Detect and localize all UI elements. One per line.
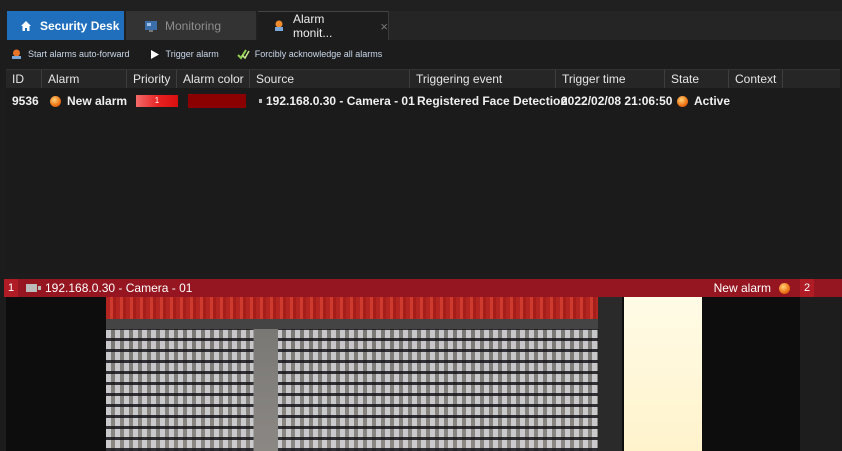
monitoring-icon bbox=[144, 19, 158, 33]
video-alarm-indicator[interactable]: New alarm bbox=[714, 279, 796, 297]
priority-badge: 1 bbox=[136, 95, 178, 107]
alarm-table: ID Alarm Priority Alarm color Source Tri… bbox=[6, 69, 840, 274]
tile-number-badge-2: 2 bbox=[800, 279, 814, 297]
column-header-state[interactable]: State bbox=[665, 70, 729, 88]
acknowledge-all-button[interactable]: Forcibly acknowledge all alarms bbox=[237, 48, 383, 61]
alarm-icon bbox=[50, 95, 61, 107]
stage-curtain bbox=[106, 297, 598, 319]
column-header-alarm-color[interactable]: Alarm color bbox=[177, 70, 250, 88]
column-header-triggering-event[interactable]: Triggering event bbox=[410, 70, 556, 88]
tab-label: Monitoring bbox=[165, 18, 222, 33]
trigger-alarm-button[interactable]: Trigger alarm bbox=[148, 48, 219, 61]
video-tile-2-area[interactable] bbox=[800, 297, 842, 451]
cell-source: 192.168.0.30 - Camera - 01 bbox=[252, 90, 415, 112]
column-header-alarm[interactable]: Alarm bbox=[42, 70, 127, 88]
column-header-source[interactable]: Source bbox=[250, 70, 410, 88]
tab-alarm-monitoring[interactable]: Alarm monit... × bbox=[258, 11, 388, 40]
close-icon[interactable]: × bbox=[380, 19, 388, 34]
wall bbox=[106, 319, 598, 329]
start-auto-forward-button[interactable]: Start alarms auto-forward bbox=[10, 48, 130, 61]
cell-state-text: Active bbox=[694, 94, 731, 108]
bright-window bbox=[624, 297, 702, 451]
alarm-color-swatch bbox=[188, 94, 246, 108]
checkmark-icon bbox=[237, 48, 250, 61]
tab-label: Alarm monit... bbox=[293, 12, 333, 40]
tab-monitoring[interactable]: Monitoring bbox=[126, 11, 256, 40]
video-tile-title: 192.168.0.30 - Camera - 01 bbox=[26, 281, 192, 295]
alarm-toolbar: Start alarms auto-forward Trigger alarm … bbox=[0, 40, 842, 68]
cell-triggering-event: Registered Face Detection bbox=[417, 94, 568, 108]
cell-alarm-name: New alarm bbox=[67, 94, 128, 108]
video-alarm-label: New alarm bbox=[713, 281, 771, 295]
tab-bar-empty-area bbox=[388, 11, 842, 40]
dark-doorway bbox=[598, 297, 622, 451]
cell-trigger-time: 2022/02/08 21:06:50 bbox=[561, 94, 673, 108]
alarm-icon bbox=[779, 282, 790, 294]
acknowledge-all-label: Forcibly acknowledge all alarms bbox=[254, 49, 383, 59]
tile-number-badge: 1 bbox=[4, 279, 18, 297]
trigger-alarm-label: Trigger alarm bbox=[165, 49, 219, 59]
tab-bar: Security Desk Monitoring Alarm monit... … bbox=[0, 0, 842, 40]
column-header-priority[interactable]: Priority bbox=[127, 70, 177, 88]
table-row[interactable]: 9536 New alarm 1 192.168.0.30 - Camera -… bbox=[6, 90, 840, 112]
play-icon bbox=[148, 48, 161, 61]
tab-label: Security Desk bbox=[40, 18, 120, 33]
cell-id: 9536 bbox=[12, 94, 39, 108]
video-tile-header[interactable]: 1 192.168.0.30 - Camera - 01 New alarm 2 bbox=[4, 279, 842, 297]
video-camera-name: 192.168.0.30 - Camera - 01 bbox=[45, 281, 193, 295]
camera-scene-image bbox=[106, 297, 598, 451]
camera-icon bbox=[26, 284, 41, 292]
cell-state: Active bbox=[671, 90, 735, 112]
cell-alarm: New alarm bbox=[44, 90, 129, 112]
home-icon bbox=[19, 19, 33, 33]
cell-alarm-color bbox=[182, 90, 255, 112]
auto-forward-icon bbox=[10, 48, 23, 61]
column-header-trigger-time[interactable]: Trigger time bbox=[556, 70, 665, 88]
video-feed[interactable] bbox=[6, 297, 800, 451]
cell-context bbox=[729, 90, 783, 112]
chairs bbox=[106, 329, 598, 451]
tab-security-desk[interactable]: Security Desk bbox=[7, 11, 124, 40]
column-header-context[interactable]: Context bbox=[729, 70, 783, 88]
auto-forward-label: Start alarms auto-forward bbox=[28, 49, 130, 59]
column-header-id[interactable]: ID bbox=[6, 70, 42, 88]
alarm-monitoring-icon bbox=[272, 19, 286, 33]
cell-source-text: 192.168.0.30 - Camera - 01 bbox=[266, 94, 415, 108]
table-header: ID Alarm Priority Alarm color Source Tri… bbox=[6, 70, 840, 88]
active-state-icon bbox=[677, 95, 688, 107]
cell-priority: 1 bbox=[130, 90, 180, 112]
